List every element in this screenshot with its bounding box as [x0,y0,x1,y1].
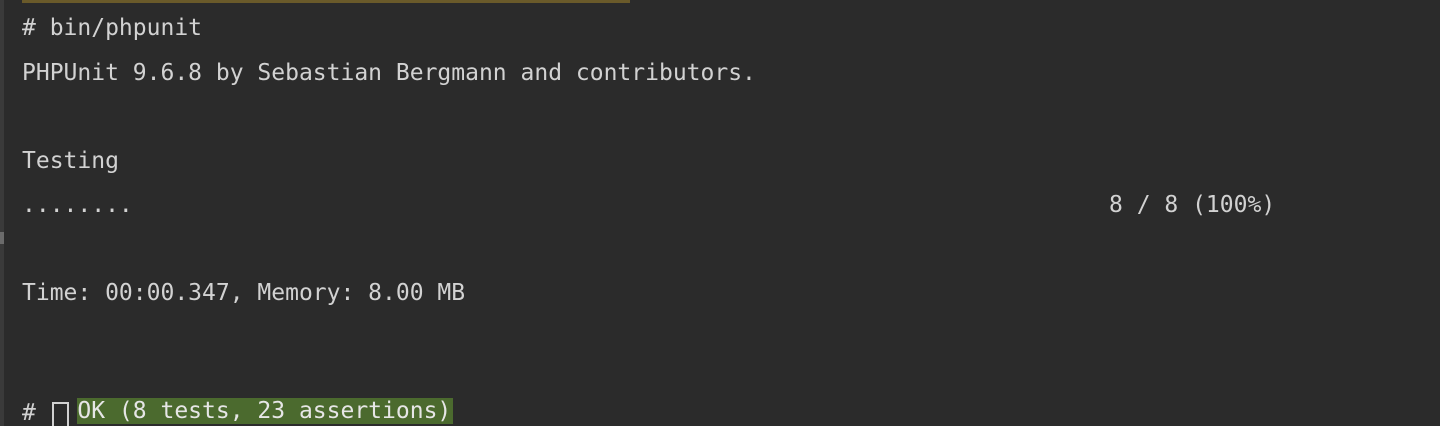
command-line: # bin/phpunit [22,15,203,41]
terminal-window[interactable]: # bin/phpunit PHPUnit 9.6.8 by Sebastian… [0,0,1440,426]
gutter-scroll-marker [0,232,4,244]
phpunit-version-line: PHPUnit 9.6.8 by Sebastian Bergmann and … [22,60,756,86]
left-gutter [0,0,4,426]
terminal-cursor[interactable] [52,402,69,426]
prompt-symbol: # [22,400,36,426]
progress-dots: ........ [22,192,133,218]
result-ok-badge: OK (8 tests, 23 assertions) [77,398,454,424]
previous-line-highlight [22,0,630,3]
testing-label: Testing [22,148,119,174]
result-line-container: OK (8 tests, 23 assertions) [22,366,454,424]
progress-count: 8 / 8 (100%) [1109,192,1276,218]
time-memory-line: Time: 00:00.347, Memory: 8.00 MB [22,280,466,306]
